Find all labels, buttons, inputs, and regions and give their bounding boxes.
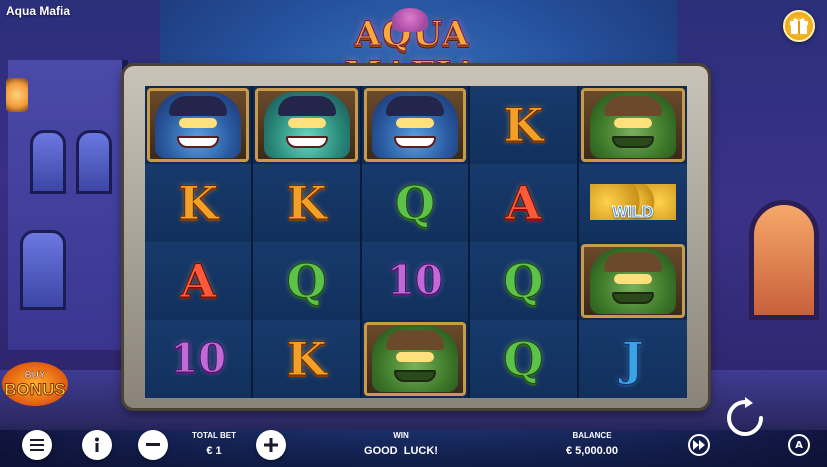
symbol-frog	[589, 92, 676, 158]
balance-label: BALANCE	[572, 431, 612, 440]
eyes-icon	[613, 118, 652, 128]
reel-cell: WILD	[578, 164, 687, 242]
menu-button[interactable]	[22, 430, 52, 460]
symbol-shark-green	[263, 92, 350, 158]
game-logo: AQUA MAFIA	[282, 8, 542, 95]
window-title: Aqua Mafia	[6, 4, 71, 18]
bet-decrease-button[interactable]	[138, 430, 168, 460]
symbol-shark-boss	[371, 92, 458, 158]
hat-icon	[169, 96, 228, 116]
minus-icon	[146, 443, 160, 446]
symbol-10: 10	[387, 257, 444, 304]
symbol-wild: WILD	[589, 184, 676, 222]
eyes-icon	[179, 118, 218, 128]
reel-cell: Q	[253, 242, 360, 320]
eyes-icon	[613, 274, 652, 284]
reel-cell: 10	[145, 320, 252, 398]
reel-cell: K	[470, 86, 577, 164]
window	[20, 230, 66, 310]
buy-bonus-button[interactable]: BUY BONUS	[2, 362, 68, 406]
mouth-icon	[393, 136, 436, 148]
symbol-q: Q	[503, 332, 544, 386]
win-label: WIN	[393, 431, 409, 440]
reel-cell	[580, 88, 685, 162]
symbol-q: Q	[503, 254, 544, 308]
mouth-icon	[285, 136, 328, 148]
reel-cell: K	[145, 164, 252, 242]
reel-1: K A 10	[145, 86, 254, 398]
spin-icon	[727, 397, 763, 436]
hat-icon	[603, 96, 662, 116]
symbol-shark-boss	[155, 92, 242, 158]
symbol-k: K	[286, 176, 327, 230]
gift-icon	[790, 18, 808, 34]
symbol-k: K	[178, 176, 219, 230]
reel-cell: Q	[470, 320, 577, 398]
eyes-icon	[287, 118, 326, 128]
spin-button[interactable]	[723, 396, 767, 440]
reel-cell	[580, 244, 685, 318]
hat-icon	[277, 96, 336, 116]
total-bet-value: € 1	[206, 445, 222, 457]
hat-icon	[603, 252, 662, 272]
reel-3: Q 10	[361, 86, 471, 398]
reel-grid: K A 10 K Q K Q 10 K A Q Q WILD J	[145, 86, 687, 398]
reel-cell: K	[253, 164, 360, 242]
symbol-q: Q	[394, 176, 436, 230]
reel-4: KAQQ	[470, 86, 579, 398]
reel-cell: J	[578, 320, 687, 398]
symbol-10: 10	[170, 335, 227, 382]
autoplay-icon: A	[795, 439, 803, 451]
eyes-icon	[395, 352, 434, 362]
reel-cell: K	[253, 320, 360, 398]
balance-value: € 5,000.00	[566, 445, 618, 457]
wild-label: WILD	[612, 204, 654, 222]
bet-increase-button[interactable]	[256, 430, 286, 460]
hat-icon	[385, 96, 444, 116]
mouth-icon	[393, 370, 436, 382]
symbol-k: K	[286, 332, 327, 386]
mouth-icon	[611, 136, 654, 148]
turbo-button[interactable]	[688, 434, 710, 456]
reel-cell	[363, 322, 467, 396]
reel-2: KQK	[253, 86, 362, 398]
menu-icon	[30, 439, 44, 451]
reel-cell	[363, 88, 467, 162]
reel-cell: A	[470, 164, 577, 242]
window	[30, 130, 66, 194]
reel-cell: A	[145, 242, 252, 320]
lit-doorway	[749, 200, 819, 320]
info-button[interactable]	[82, 430, 112, 460]
fast-forward-icon	[693, 440, 705, 450]
symbol-a: A	[180, 254, 217, 308]
buy-bonus-line2: BONUS	[4, 379, 66, 399]
reel-cell: 10	[361, 242, 469, 320]
symbol-frog	[589, 248, 676, 314]
total-bet-label: TOTAL BET	[192, 431, 236, 440]
autoplay-button[interactable]: A	[788, 434, 810, 456]
reel-cell	[147, 88, 250, 162]
window	[76, 130, 112, 194]
symbol-a: A	[505, 176, 542, 230]
eyes-icon	[395, 118, 434, 128]
symbol-frog	[371, 326, 458, 392]
gift-button[interactable]	[783, 10, 815, 42]
street-lamp	[6, 78, 28, 112]
symbol-j: J	[621, 332, 644, 386]
reel-cell: Q	[470, 242, 577, 320]
symbol-q: Q	[286, 254, 327, 308]
reel-cell	[255, 88, 358, 162]
info-icon	[95, 437, 99, 452]
win-message: GOOD LUCK!	[364, 445, 438, 457]
octopus-icon	[392, 8, 428, 32]
reel-5: WILD J	[578, 86, 687, 398]
reel-cell: Q	[361, 164, 469, 242]
plus-icon	[264, 438, 278, 452]
buy-bonus-line1: BUY	[24, 369, 46, 381]
hat-icon	[385, 330, 444, 350]
symbol-k: K	[503, 98, 544, 152]
mouth-icon	[611, 292, 654, 304]
mouth-icon	[177, 136, 220, 148]
